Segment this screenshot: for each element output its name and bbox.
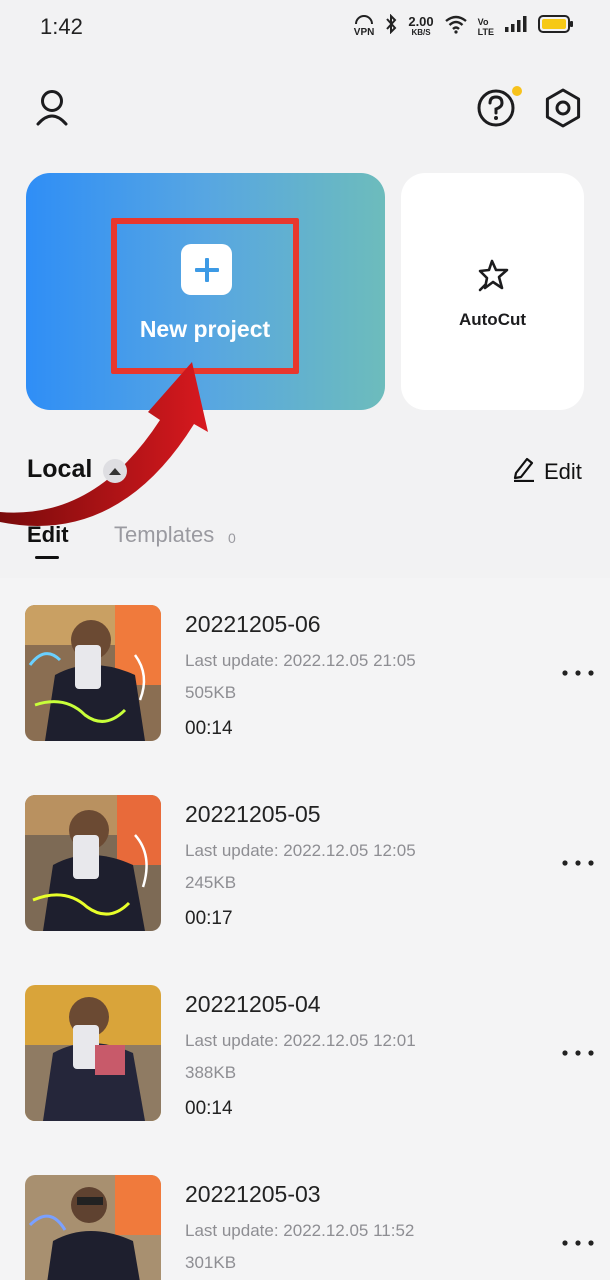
project-item[interactable]: 20221205-03 Last update: 2022.12.05 11:5… [0,1175,610,1280]
bluetooth-icon [384,13,398,39]
vpn-label: VPN [353,27,375,38]
network-speed-unit: KB/S [411,27,431,37]
battery-icon [538,14,574,39]
more-icon[interactable] [562,1235,594,1246]
volte-bottom: LTE [477,26,494,37]
tab-indicator [35,556,59,559]
project-thumbnail[interactable] [25,605,161,741]
project-duration: 00:14 [185,1098,233,1119]
project-name: 20221205-06 [185,611,321,637]
local-title: Local [27,455,93,483]
notification-dot [512,86,522,96]
gear-icon[interactable] [541,86,585,130]
vpn-icon: VPN [353,15,375,38]
project-name: 20221205-05 [185,801,321,827]
project-name: 20221205-03 [185,1181,321,1207]
volte-icon: Vo LTE [478,17,494,37]
user-icon[interactable] [30,86,74,130]
project-updated: Last update: 2022.12.05 12:01 [185,1031,416,1050]
project-item[interactable]: 20221205-04 Last update: 2022.12.05 12:0… [0,985,610,1135]
plus-icon[interactable] [181,244,232,295]
project-item[interactable]: 20221205-06 Last update: 2022.12.05 21:0… [0,605,610,755]
project-size: 245KB [185,873,237,892]
more-icon[interactable] [562,855,594,866]
project-thumbnail[interactable] [25,985,161,1121]
project-updated: Last update: 2022.12.05 12:05 [185,841,416,860]
status-time: 1:42 [40,14,83,39]
templates-count: 0 [228,530,236,546]
signal-icon [504,15,528,38]
tab-templates[interactable]: Templates [114,522,214,548]
highlight-box [111,218,299,374]
tab-edit[interactable]: Edit [27,522,69,548]
autocut-label[interactable]: AutoCut [401,310,584,330]
project-size: 301KB [185,1253,237,1272]
project-item[interactable]: 20221205-05 Last update: 2022.12.05 12:0… [0,795,610,945]
status-bar: 1:42 VPN 2.00 KB/S Vo LTE [0,0,610,56]
project-size: 388KB [185,1063,237,1082]
volte-top: Vo [477,16,489,27]
project-updated: Last update: 2022.12.05 21:05 [185,651,416,670]
new-project-label[interactable]: New project [110,316,300,343]
project-updated: Last update: 2022.12.05 11:52 [185,1221,415,1240]
pencil-icon [512,456,536,487]
caret-up-icon[interactable] [103,459,127,483]
edit-button[interactable]: Edit [512,456,582,487]
more-icon[interactable] [562,665,594,676]
edit-label: Edit [544,458,582,484]
status-icons: VPN 2.00 KB/S Vo LTE [353,13,574,39]
sparkle-icon[interactable] [476,258,512,294]
project-thumbnail[interactable] [25,795,161,931]
project-duration: 00:14 [185,718,233,739]
wifi-icon [444,14,468,39]
project-thumbnail[interactable] [25,1175,161,1280]
project-name: 20221205-04 [185,991,321,1017]
project-size: 505KB [185,683,237,702]
project-duration: 00:17 [185,908,233,929]
more-icon[interactable] [562,1045,594,1056]
network-speed: 2.00 KB/S [408,15,433,38]
